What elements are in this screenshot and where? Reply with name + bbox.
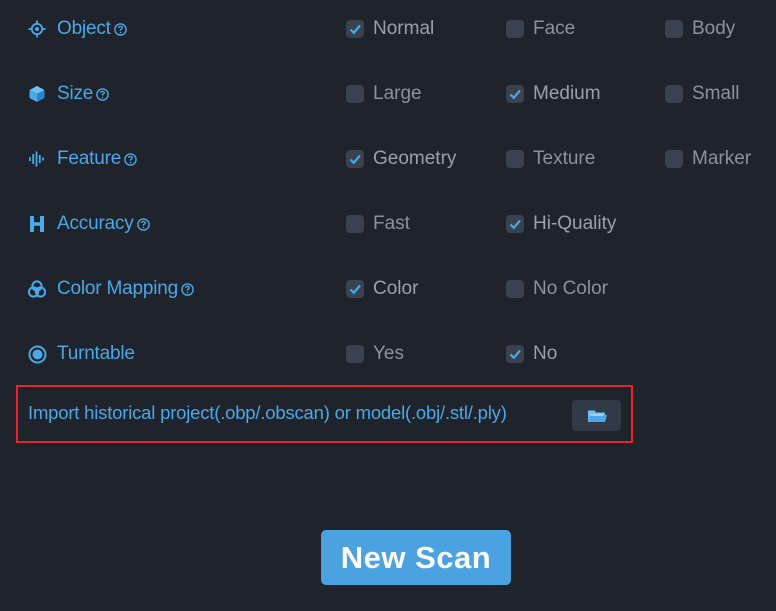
option-label: No	[533, 343, 558, 364]
import-label: Import historical project(.obp/.obscan) …	[28, 402, 507, 423]
option-marker[interactable]: Marker	[665, 139, 751, 179]
option-body[interactable]: Body	[665, 9, 735, 49]
option-label: Color	[373, 278, 419, 299]
option-label: No Color	[533, 278, 608, 299]
checkbox[interactable]	[665, 85, 683, 103]
setting-row-accuracy: Accuracy Fast Hi-Quality	[0, 204, 776, 244]
checkbox[interactable]	[506, 150, 524, 168]
option-large[interactable]: Large	[346, 74, 422, 114]
setting-label-color-mapping: Color Mapping	[57, 278, 178, 299]
option-fast[interactable]: Fast	[346, 204, 410, 244]
new-scan-button[interactable]: New Scan	[321, 530, 511, 585]
checkbox[interactable]	[346, 85, 364, 103]
checkbox-checked[interactable]	[506, 85, 524, 103]
option-label: Large	[373, 83, 422, 104]
setting-label-feature: Feature	[57, 148, 122, 169]
option-yes[interactable]: Yes	[346, 334, 404, 374]
option-hi-quality[interactable]: Hi-Quality	[506, 204, 616, 244]
setting-label-group: Object	[27, 9, 127, 49]
crosshair-icon	[27, 19, 47, 39]
setting-label-group: Feature	[27, 139, 137, 179]
scan-settings-panel: Object Normal Face Body Size Large Mediu…	[0, 0, 776, 611]
option-label: Face	[533, 18, 576, 39]
setting-row-object: Object Normal Face Body	[0, 9, 776, 49]
option-label: Body	[692, 18, 736, 39]
setting-row-feature: Feature Geometry Texture Marker	[0, 139, 776, 179]
option-small[interactable]: Small	[665, 74, 740, 114]
setting-label-group: Color Mapping	[27, 269, 194, 309]
option-face[interactable]: Face	[506, 9, 575, 49]
checkbox[interactable]	[506, 20, 524, 38]
checkbox[interactable]	[506, 280, 524, 298]
help-icon[interactable]	[136, 217, 150, 231]
setting-label-group: Size	[27, 74, 109, 114]
checkbox-checked[interactable]	[346, 150, 364, 168]
checkbox[interactable]	[346, 215, 364, 233]
setting-label-group: Accuracy	[27, 204, 150, 244]
checkbox[interactable]	[665, 20, 683, 38]
color-circles-icon	[27, 279, 47, 299]
help-icon[interactable]	[96, 87, 109, 101]
setting-label-group: Turntable	[27, 334, 135, 374]
checkbox-checked[interactable]	[506, 345, 524, 363]
option-label: Marker	[692, 148, 752, 169]
cube-icon	[27, 84, 47, 104]
option-texture[interactable]: Texture	[506, 139, 595, 179]
setting-row-turntable: Turntable Yes No	[0, 334, 776, 374]
checkbox[interactable]	[665, 150, 683, 168]
option-normal[interactable]: Normal	[346, 9, 434, 49]
option-label: Geometry	[373, 148, 457, 169]
checkbox-checked[interactable]	[506, 215, 524, 233]
help-icon[interactable]	[113, 22, 127, 36]
option-geometry[interactable]: Geometry	[346, 139, 456, 179]
option-no-color[interactable]: No Color	[506, 269, 608, 309]
folder-open-icon	[587, 408, 607, 424]
waveform-icon	[27, 149, 47, 169]
checkbox-checked[interactable]	[346, 280, 364, 298]
setting-label-accuracy: Accuracy	[57, 213, 134, 234]
setting-label-object: Object	[57, 18, 111, 39]
help-icon[interactable]	[181, 282, 194, 296]
h-letter-icon	[27, 214, 47, 234]
option-label: Normal	[373, 18, 435, 39]
option-label: Yes	[373, 343, 404, 364]
setting-row-color-mapping: Color Mapping Color No Color	[0, 269, 776, 309]
option-label: Fast	[373, 213, 410, 234]
checkbox-checked[interactable]	[346, 20, 364, 38]
option-no[interactable]: No	[506, 334, 557, 374]
turntable-icon	[27, 344, 47, 364]
option-label: Medium	[533, 83, 601, 104]
setting-row-size: Size Large Medium Small	[0, 74, 776, 114]
import-browse-button[interactable]	[572, 400, 621, 431]
option-label: Texture	[533, 148, 596, 169]
option-color[interactable]: Color	[346, 269, 418, 309]
setting-label-size: Size	[57, 83, 94, 104]
help-icon[interactable]	[124, 152, 137, 166]
option-label: Hi-Quality	[533, 213, 617, 234]
setting-label-turntable: Turntable	[57, 343, 135, 364]
option-label: Small	[692, 83, 740, 104]
checkbox[interactable]	[346, 345, 364, 363]
option-medium[interactable]: Medium	[506, 74, 601, 114]
